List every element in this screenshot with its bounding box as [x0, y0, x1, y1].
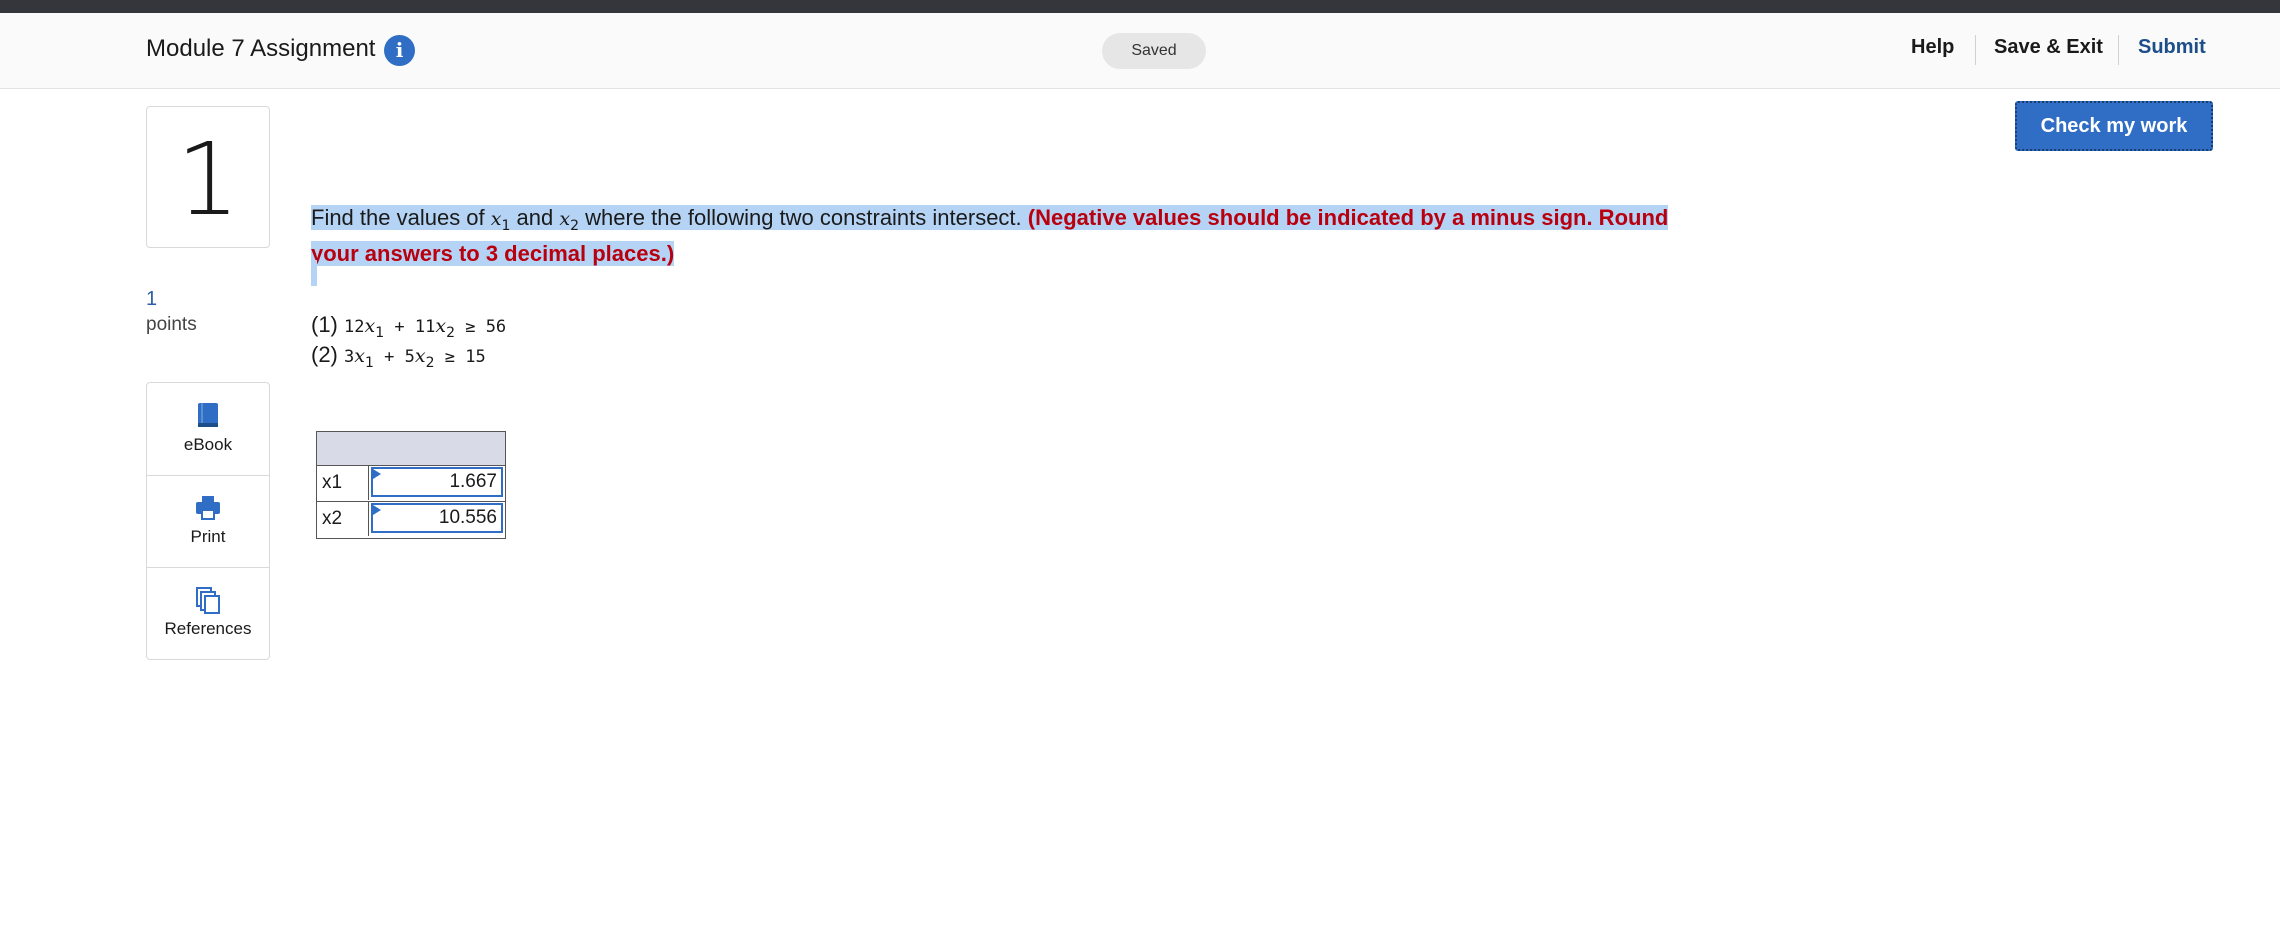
question-text-and: and [510, 205, 560, 230]
help-link[interactable]: Help [1911, 36, 1954, 59]
selection-caret [311, 260, 317, 286]
variable-x1: x1 [490, 208, 511, 234]
question-number-box: 1 [146, 106, 270, 248]
constraint-1: (1) 12x1 + 11x2 ≥ 56 [311, 312, 507, 341]
points-value: 1 [146, 288, 158, 310]
assignment-title: Module 7 Assignment [146, 35, 376, 62]
tools-panel: eBook Print References [146, 382, 270, 660]
row-label-x1: x1 [317, 466, 369, 500]
table-row: x1 1.667 [317, 466, 505, 500]
ebook-label: eBook [183, 435, 233, 454]
row-label-x2: x2 [317, 502, 369, 536]
answer-table: x1 1.667 x2 10.556 [316, 431, 506, 539]
nav-divider [2118, 35, 2119, 65]
print-button[interactable]: Print [147, 475, 269, 568]
documents-icon [196, 587, 220, 614]
table-row: x2 10.556 [317, 501, 505, 536]
print-label: Print [190, 527, 226, 546]
variable-x2: x2 [559, 208, 579, 234]
points-label: points [146, 314, 197, 335]
question-text: Find the values of x1 and x2 where the f… [311, 204, 1681, 268]
references-button[interactable]: References [147, 567, 269, 659]
browser-top-bar [0, 0, 2280, 13]
answer-table-header [317, 432, 505, 466]
submit-link[interactable]: Submit [2138, 36, 2206, 59]
cell-marker-icon [373, 469, 381, 479]
printer-icon [196, 496, 220, 520]
question-number: 1 [176, 121, 240, 238]
nav-divider [1975, 35, 1976, 65]
question-text-start: Find the values of [311, 205, 491, 230]
ebook-button[interactable]: eBook [147, 383, 269, 476]
assignment-header: Module 7 Assignment i Saved Help Save & … [0, 13, 2280, 89]
references-label: References [164, 619, 252, 638]
x1-answer-input[interactable]: 1.667 [371, 467, 503, 497]
x2-answer-input[interactable]: 10.556 [371, 503, 503, 533]
info-icon[interactable]: i [384, 35, 415, 66]
book-icon [198, 403, 218, 427]
constraint-2: (2) 3x1 + 5x2 ≥ 15 [311, 342, 486, 371]
question-text-end: where the following two constraints inte… [579, 205, 1028, 230]
check-my-work-button[interactable]: Check my work [2015, 101, 2213, 151]
saved-status-badge: Saved [1102, 33, 1206, 69]
save-exit-link[interactable]: Save & Exit [1994, 36, 2103, 59]
cell-marker-icon [373, 505, 381, 515]
